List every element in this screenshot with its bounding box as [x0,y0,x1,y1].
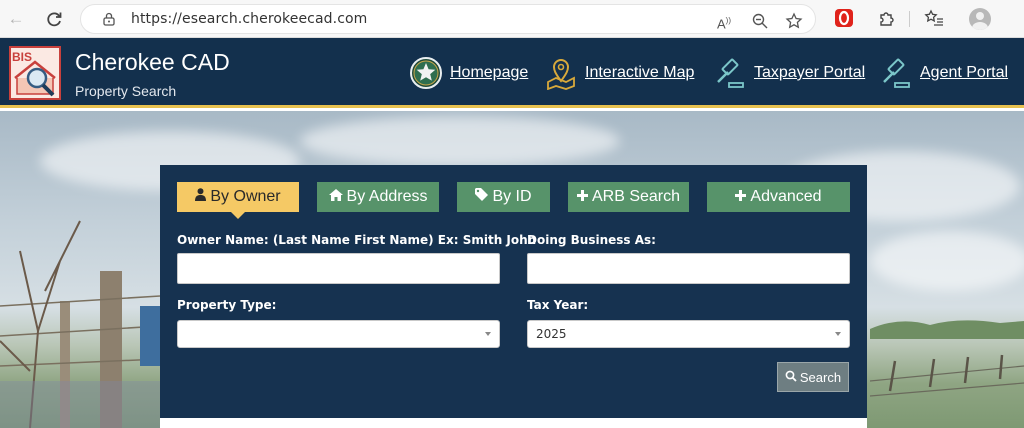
gavel-icon [879,56,913,90]
read-aloud-icon[interactable]: A)) [715,12,733,31]
chevron-down-icon [835,332,841,336]
extensions-puzzle-icon[interactable] [876,8,898,30]
nav-agent-portal[interactable]: Agent Portal [879,56,1008,90]
plus-icon [735,188,747,206]
zoom-icon[interactable] [751,12,769,30]
nav-taxpayer-portal[interactable]: Taxpayer Portal [713,56,865,90]
texas-star-icon [409,56,443,90]
dba-input[interactable] [527,253,850,284]
nav-agent-portal-label[interactable]: Agent Portal [920,64,1008,82]
logo-text: BIS [12,50,32,64]
nav-homepage-label[interactable]: Homepage [450,64,528,82]
favorites-list-icon[interactable] [923,8,945,30]
tab-advanced-label: Advanced [750,188,822,205]
home-icon [328,188,343,206]
bis-logo[interactable]: BIS [9,46,61,100]
search-panel-footer [160,418,867,428]
tab-arb-search-label: ARB Search [591,188,681,205]
tab-advanced[interactable]: Advanced [707,182,850,212]
search-button-label: Search [799,369,842,385]
tax-year-value: 2025 [536,327,567,341]
address-bar[interactable]: https://esearch.cherokeecad.com A)) [80,4,816,34]
map-pin-icon [544,56,578,91]
site-header: BIS Cherokee CAD Property Search Homepag… [0,38,1024,108]
search-icon [785,370,797,385]
dba-label: Doing Business As: [527,233,656,247]
owner-name-input[interactable] [177,253,500,284]
url-text[interactable]: https://esearch.cherokeecad.com [131,11,367,27]
profile-avatar[interactable] [969,8,991,30]
toolbar-divider [909,11,910,27]
plus-icon [576,188,588,206]
search-button[interactable]: Search [777,362,849,392]
tab-by-address-label: By Address [346,188,428,205]
site-subtitle: Property Search [75,83,177,99]
lock-icon[interactable] [101,11,117,27]
reload-icon[interactable] [44,9,64,29]
tab-by-id-label: By ID [492,188,532,205]
tab-arb-search[interactable]: ARB Search [568,182,689,212]
tab-by-owner[interactable]: By Owner [177,182,299,219]
back-arrow-icon[interactable]: ← [6,9,26,29]
tab-by-id[interactable]: By ID [457,182,550,212]
tab-by-address[interactable]: By Address [317,182,439,212]
nav-interactive-map-label[interactable]: Interactive Map [585,64,694,82]
tab-by-owner-label: By Owner [210,188,281,205]
user-icon [195,188,207,206]
nav-taxpayer-portal-label[interactable]: Taxpayer Portal [754,64,865,82]
property-type-select[interactable] [177,320,500,348]
chevron-down-icon [485,332,491,336]
opera-extension-icon[interactable] [833,8,855,30]
browser-toolbar: ← https://esearch.cherokeecad.com A)) [0,0,1024,38]
favorite-star-icon[interactable] [785,12,803,30]
nav-homepage[interactable]: Homepage [409,56,528,90]
tax-year-label: Tax Year: [527,298,589,312]
nav-interactive-map[interactable]: Interactive Map [544,56,694,91]
tax-year-select[interactable]: 2025 [527,320,850,348]
site-title: Cherokee CAD [75,49,230,75]
owner-name-label: Owner Name: (Last Name First Name) Ex: S… [177,233,537,247]
property-type-label: Property Type: [177,298,277,312]
tag-icon [475,188,489,206]
gavel-icon [713,56,747,90]
